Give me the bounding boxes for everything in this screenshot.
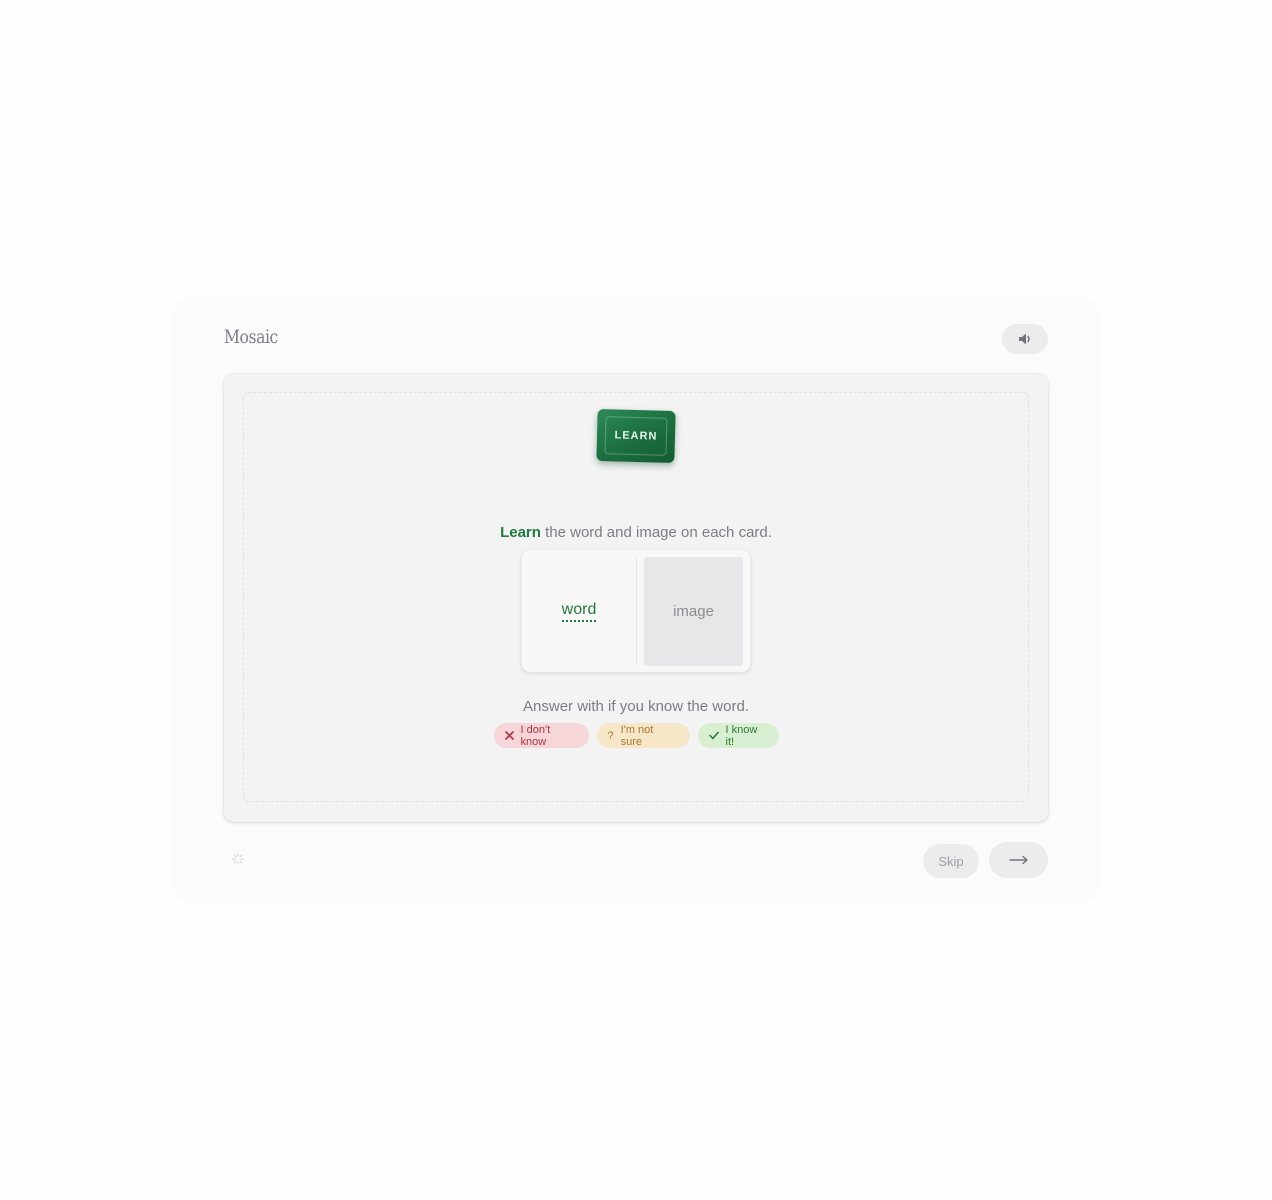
x-icon: [504, 731, 514, 740]
answer-prompt: Answer with if you know the word.: [523, 698, 749, 715]
instruction-text: Learn the word and image on each card.: [224, 524, 1048, 541]
spinner-icon: [232, 853, 244, 865]
answer-not-sure-label: I'm not sure: [620, 723, 654, 748]
card-word-side: word: [522, 550, 636, 672]
skip-button[interactable]: Skip: [923, 844, 979, 878]
instruction-rest: the word and image on each card.: [540, 524, 772, 541]
lesson-panel: LEARN Learn the word and image on each c…: [224, 374, 1048, 822]
answer-know-it-label: I know it!: [725, 723, 758, 748]
instruction-emphasis: Learn: [500, 524, 541, 541]
answer-know-it-button[interactable]: I know it!: [697, 723, 779, 748]
answer-dont-know-label: I don't know: [520, 723, 551, 748]
answer-not-sure-button[interactable]: ? I'm not sure: [596, 723, 690, 748]
card-word[interactable]: word: [561, 601, 597, 622]
check-icon: [708, 731, 719, 740]
speaker-icon: [1019, 333, 1030, 345]
card-image-placeholder: image: [644, 557, 743, 666]
learn-badge: LEARN: [596, 408, 676, 464]
card-divider: [636, 558, 637, 664]
example-card: word image: [522, 550, 750, 672]
question-icon: ?: [607, 729, 614, 742]
answer-dont-know-button[interactable]: I don't know: [493, 723, 589, 748]
learn-badge-label: LEARN: [604, 416, 668, 456]
brand-title: Mosaic: [224, 326, 278, 348]
sound-toggle-button[interactable]: [1002, 324, 1048, 354]
arrow-right-icon: [1008, 855, 1028, 865]
app-window: Mosaic LEARN Learn the word and image on…: [172, 296, 1100, 904]
answer-options: I don't know ? I'm not sure I know it!: [224, 723, 1048, 748]
next-button[interactable]: [989, 842, 1048, 878]
